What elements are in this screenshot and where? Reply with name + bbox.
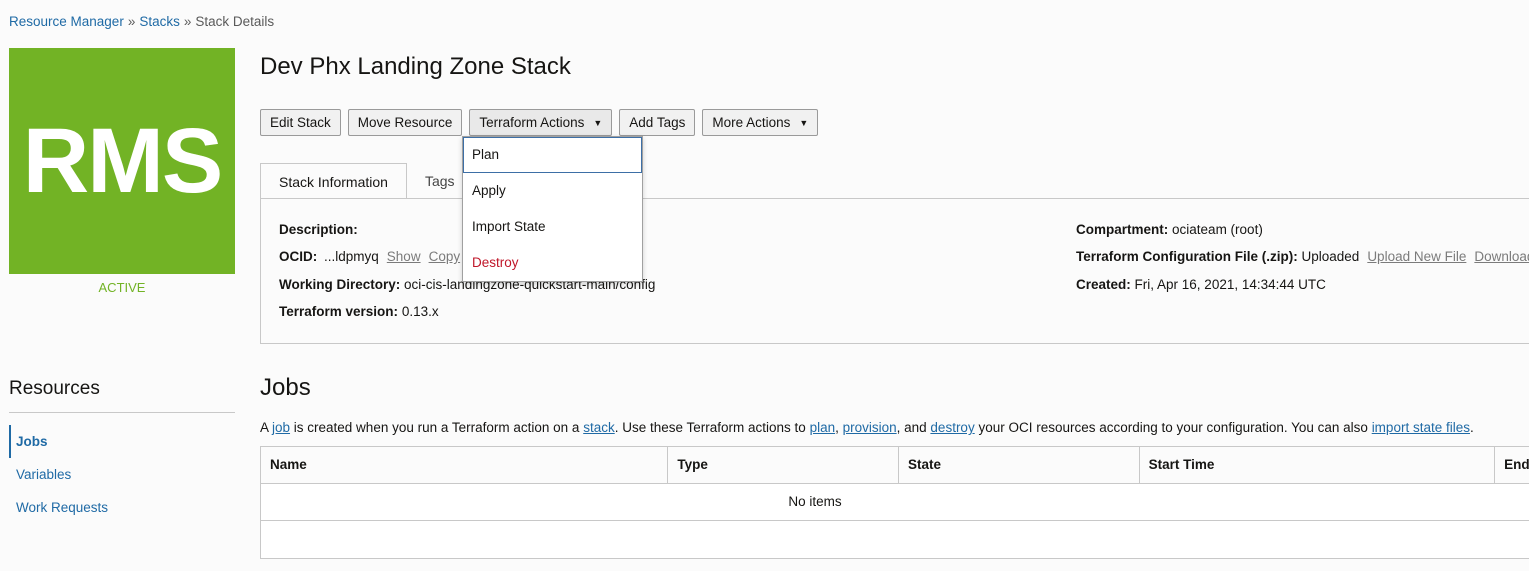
terraform-config-label: Terraform Configuration File (.zip): [1076,249,1298,264]
caret-down-icon: ▼ [593,117,603,128]
import-state-files-link[interactable]: import state files [1372,420,1470,435]
stack-logo: RMS [9,48,235,274]
resources-divider [9,412,235,413]
terraform-config-row: Terraform Configuration File (.zip): Upl… [1076,249,1529,264]
stack-logo-text: RMS [22,109,223,212]
download-link[interactable]: Download [1474,249,1529,264]
breadcrumb-separator: » [183,14,192,29]
working-directory-label: Working Directory: [279,277,401,292]
desc-text: . Use these Terraform actions to [614,420,810,435]
add-tags-button[interactable]: Add Tags [619,109,696,136]
terraform-version-row: Terraform version: 0.13.x [279,304,439,319]
column-header-end[interactable]: End [1495,447,1529,483]
jobs-heading: Jobs [260,374,311,401]
desc-text: , and [896,420,931,435]
breadcrumb-resource-manager[interactable]: Resource Manager [9,14,124,29]
resource-item-jobs[interactable]: Jobs [9,425,235,458]
terraform-actions-label: Terraform Actions [479,115,585,130]
destroy-link[interactable]: destroy [930,420,974,435]
menu-item-apply[interactable]: Apply [463,173,642,209]
tab-stack-information[interactable]: Stack Information [260,163,407,199]
menu-item-destroy[interactable]: Destroy [463,245,642,281]
table-header: Name Type State Start Time End [261,447,1529,484]
empty-table-message: No items [261,484,1529,521]
description-row: Description: [279,222,358,237]
more-actions-button[interactable]: More Actions ▼ [702,109,819,136]
caret-down-icon: ▼ [799,117,809,128]
terraform-actions-menu: Plan Apply Import State Destroy [462,136,643,282]
move-resource-button[interactable]: Move Resource [347,109,463,136]
resources-heading: Resources [9,378,100,399]
jobs-description: A job is created when you run a Terrafor… [260,420,1474,435]
column-header-name[interactable]: Name [261,447,669,483]
action-toolbar: Edit Stack Move Resource Terraform Actio… [260,109,819,136]
stack-link[interactable]: stack [583,420,615,435]
more-actions-label: More Actions [712,115,791,130]
ocid-value: ...ldpmyq [324,249,379,264]
edit-stack-label: Edit Stack [270,115,331,130]
breadcrumb-stacks[interactable]: Stacks [139,14,180,29]
ocid-show-link[interactable]: Show [387,249,421,264]
terraform-config-value: Uploaded [1301,249,1360,264]
breadcrumb: Resource Manager» Stacks» Stack Details [9,14,274,29]
breadcrumb-current: Stack Details [195,14,275,29]
add-tags-label: Add Tags [629,115,686,130]
ocid-copy-link[interactable]: Copy [429,249,461,264]
plan-link[interactable]: plan [810,420,836,435]
resources-nav: Jobs Variables Work Requests [9,425,235,524]
edit-stack-button[interactable]: Edit Stack [260,109,341,136]
terraform-version-label: Terraform version: [279,304,399,319]
status-badge: ACTIVE [98,280,146,295]
resource-item-work-requests[interactable]: Work Requests [9,491,235,524]
column-header-type[interactable]: Type [668,447,899,483]
menu-item-import-state[interactable]: Import State [463,209,642,245]
column-header-state[interactable]: State [899,447,1140,483]
page-title: Dev Phx Landing Zone Stack [260,53,571,80]
jobs-table: Name Type State Start Time End No items [260,446,1529,559]
created-row: Created: Fri, Apr 16, 2021, 14:34:44 UTC [1076,277,1326,292]
breadcrumb-separator: » [127,14,136,29]
description-label: Description: [279,222,358,237]
tab-bar: Stack Information Tags [260,163,473,199]
compartment-label: Compartment: [1076,222,1169,237]
created-value: Fri, Apr 16, 2021, 14:34:44 UTC [1134,277,1326,292]
ocid-row: OCID: ...ldpmyq Show Copy [279,249,460,264]
job-link[interactable]: job [272,420,290,435]
provision-link[interactable]: provision [843,420,897,435]
ocid-label: OCID: [279,249,318,264]
desc-text: . [1469,420,1474,435]
desc-text: is created when you run a Terraform acti… [290,420,584,435]
column-header-start-time[interactable]: Start Time [1140,447,1496,483]
terraform-actions-button[interactable]: Terraform Actions ▼ [469,109,613,136]
stack-information-panel: Description: OCID: ...ldpmyq Show Copy Wor… [260,198,1529,344]
terraform-version-value: 0.13.x [401,304,439,319]
menu-item-plan[interactable]: Plan [463,137,642,173]
resource-item-variables[interactable]: Variables [9,458,235,491]
compartment-value: ociateam (root) [1172,222,1263,237]
desc-text: A [260,420,273,435]
created-label: Created: [1076,277,1131,292]
desc-text: , [835,420,843,435]
desc-text: your OCI resources according to your con… [974,420,1372,435]
upload-new-file-link[interactable]: Upload New File [1367,249,1466,264]
compartment-row: Compartment: ociateam (root) [1076,222,1263,237]
table-footer [261,521,1529,558]
move-resource-label: Move Resource [357,115,453,130]
